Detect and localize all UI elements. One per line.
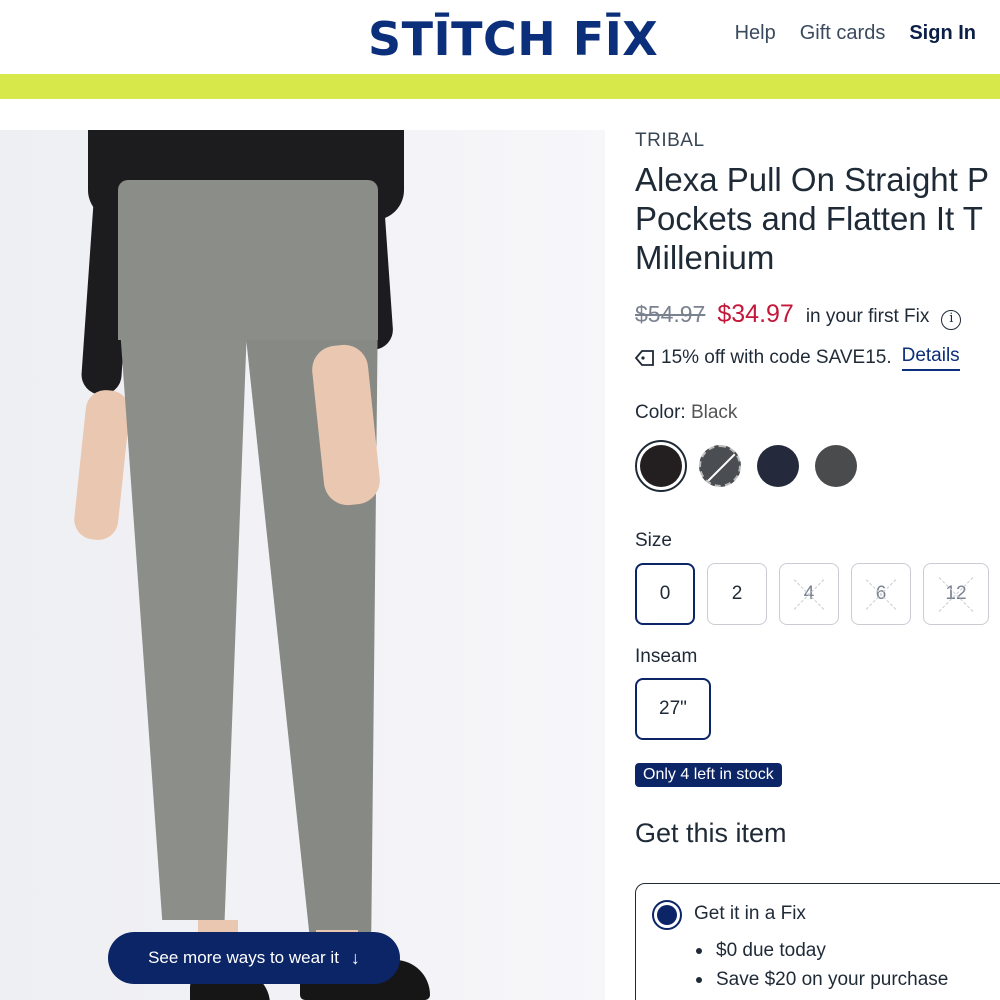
get-item-heading: Get this item xyxy=(635,818,787,848)
size-options: 0 2 4 6 12 xyxy=(635,563,1000,625)
see-more-ways-label: See more ways to wear it xyxy=(148,948,339,967)
product-title-line: Alexa Pull On Straight P xyxy=(635,161,990,198)
stitch-fix-logo[interactable]: STĪTCH FĪX xyxy=(368,12,658,66)
swatch-black[interactable] xyxy=(635,440,687,492)
color-label: Color: Black xyxy=(635,402,737,424)
product-title: Alexa Pull On Straight P Pockets and Fla… xyxy=(635,160,1000,277)
product-brand[interactable]: TRIBAL xyxy=(635,130,705,152)
fix-option-benefits: $0 due today Save $20 on your purchase xyxy=(694,940,948,998)
product-title-line: Millenium xyxy=(635,239,775,276)
swatch-navy[interactable] xyxy=(757,445,799,487)
promo-banner xyxy=(0,74,1000,99)
see-more-ways-button[interactable]: See more ways to wear it ↓ xyxy=(108,932,400,984)
size-option-4[interactable]: 4 xyxy=(779,563,839,625)
inseam-label: Inseam xyxy=(635,646,698,667)
gift-cards-link[interactable]: Gift cards xyxy=(800,22,886,45)
price-note: in your first Fix xyxy=(805,306,930,327)
promo-code-row: 15% off with code SAVE15. Details xyxy=(635,345,960,371)
size-option-2[interactable]: 2 xyxy=(707,563,767,625)
pants-waist xyxy=(118,180,378,340)
sign-in-link[interactable]: Sign In xyxy=(909,22,976,45)
selected-color-value: Black xyxy=(690,402,738,423)
swatch-gray-unavailable[interactable] xyxy=(699,445,741,487)
pants-left-leg xyxy=(118,300,248,920)
fix-option-title: Get it in a Fix xyxy=(694,903,806,924)
tag-icon xyxy=(635,350,654,366)
size-option-6[interactable]: 6 xyxy=(851,563,911,625)
info-icon[interactable]: i xyxy=(941,310,962,330)
top-nav: Help Gift cards Sign In xyxy=(735,22,976,45)
color-label-text: Color: xyxy=(635,402,686,423)
product-details: TRIBAL Alexa Pull On Straight P Pockets … xyxy=(635,130,1000,1000)
fix-option-radio[interactable] xyxy=(652,900,682,930)
list-item: Save $20 on your purchase xyxy=(694,969,948,991)
site-header: STĪTCH FĪX Help Gift cards Sign In xyxy=(0,0,1000,74)
size-option-0[interactable]: 0 xyxy=(635,563,695,625)
price-row: $54.97 $34.97 in your first Fix i xyxy=(635,300,962,330)
original-price: $54.97 xyxy=(635,301,706,327)
size-option-12[interactable]: 12 xyxy=(923,563,989,625)
swatch-charcoal[interactable] xyxy=(815,445,857,487)
stock-badge: Only 4 left in stock xyxy=(635,763,782,787)
product-image[interactable] xyxy=(0,130,605,1000)
product-title-line: Pockets and Flatten It T xyxy=(635,200,983,237)
help-link[interactable]: Help xyxy=(735,22,776,45)
sale-price: $34.97 xyxy=(717,300,794,328)
size-label: Size xyxy=(635,530,672,551)
list-item: $0 due today xyxy=(694,940,948,962)
color-swatches xyxy=(635,440,857,492)
model-left-hand xyxy=(72,388,132,542)
promo-code-text: 15% off with code SAVE15. xyxy=(661,347,892,368)
arrow-down-icon: ↓ xyxy=(350,947,360,968)
inseam-option-27[interactable]: 27" xyxy=(635,678,711,740)
fix-option-card[interactable]: Get it in a Fix $0 due today Save $20 on… xyxy=(635,883,1000,1000)
promo-details-link[interactable]: Details xyxy=(901,345,960,371)
